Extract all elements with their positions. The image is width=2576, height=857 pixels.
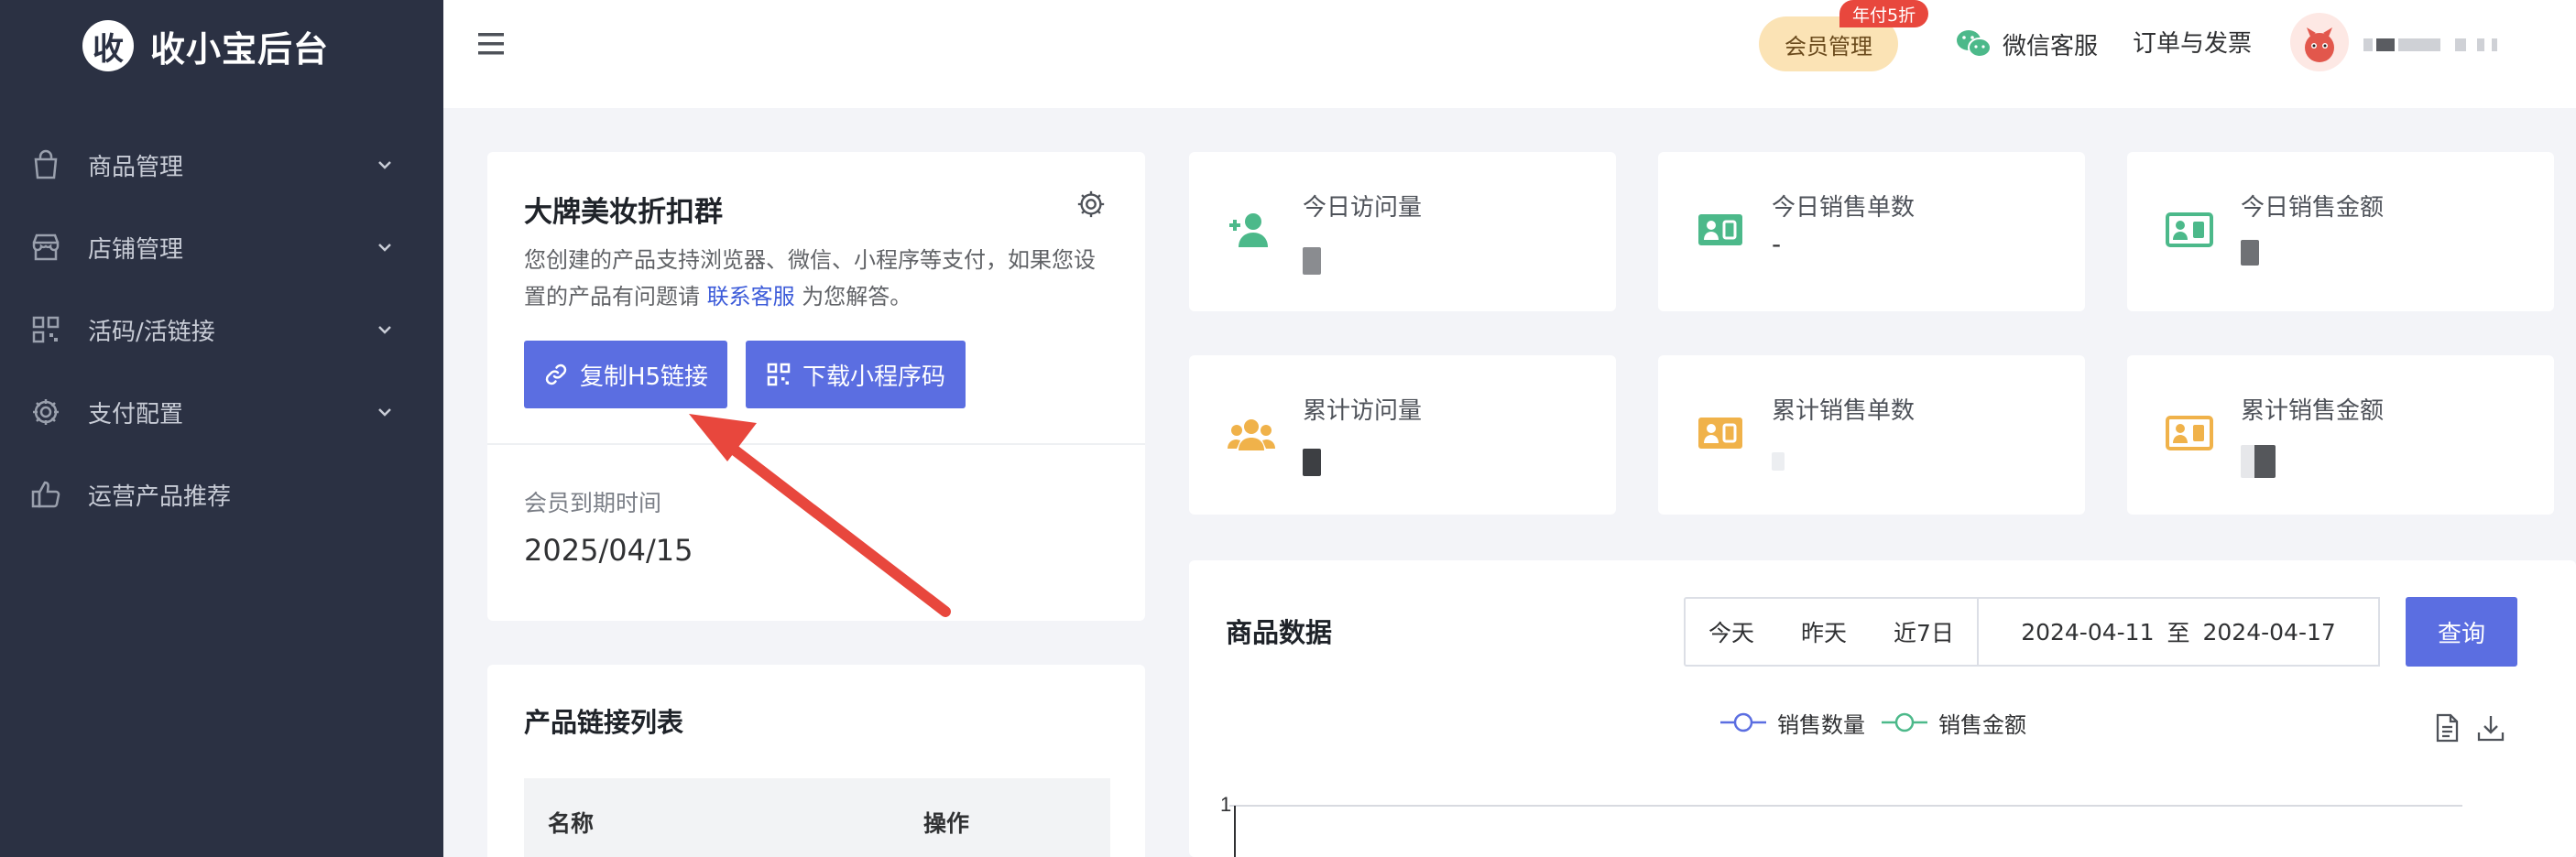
sidebar-item-label: 商品管理 <box>88 153 184 181</box>
download-miniprogram-label: 下载小程序码 <box>802 363 945 391</box>
bag-icon <box>34 149 58 179</box>
username-blurred[interactable] <box>2363 33 2510 55</box>
stat-value-blurred <box>1772 452 1785 471</box>
legend-line-marker <box>1720 712 1766 732</box>
product-list-title: 产品链接列表 <box>524 707 684 738</box>
chevron-down-icon <box>378 326 391 334</box>
stat-card-today-visits: 今日访问量 <box>1189 152 1616 311</box>
membership-expire-date: 2025/04/15 <box>524 533 693 568</box>
shop-info-card: 大牌美妆折扣群 您创建的产品支持浏览器、微信、小程序等支付，如果您设置的产品有问… <box>487 152 1145 621</box>
stat-card-today-amount: 今日销售金额 <box>2127 152 2554 311</box>
thumbs-up-icon <box>31 481 60 508</box>
column-header-action: 操作 <box>923 810 970 837</box>
filter-yesterday-button[interactable]: 昨天 <box>1777 597 1872 667</box>
sidebar-item-products[interactable]: 商品管理 <box>0 132 443 198</box>
top-header: 会员管理 年付5折 微信客服 订单与发票 <box>443 0 2576 108</box>
link-icon <box>545 363 567 385</box>
goods-data-chart: 1 <box>1220 793 2462 857</box>
sidebar-item-qrcode[interactable]: 活码/活链接 <box>0 297 443 363</box>
legend-label: 销售金额 <box>1938 711 2026 738</box>
money-icon <box>1698 214 1742 245</box>
sidebar-item-label: 活码/活链接 <box>88 318 215 346</box>
stat-card-total-visits: 累计访问量 <box>1189 355 1616 515</box>
legend-line-marker <box>1882 712 1927 732</box>
contact-service-link[interactable]: 联系客服 <box>707 284 795 309</box>
stat-label: 累计销售单数 <box>1772 397 1916 425</box>
users-icon <box>1228 419 1275 450</box>
chevron-down-icon <box>378 244 391 252</box>
stat-label: 今日销售单数 <box>1772 194 1916 222</box>
promo-badge: 年付5折 <box>1839 0 1929 27</box>
membership-expire-label: 会员到期时间 <box>524 490 662 516</box>
goods-data-card: 商品数据 今天 昨天 近7日 2024-04-11 至 2024-04-17 查… <box>1189 560 2576 857</box>
store-icon <box>32 233 60 261</box>
wechat-service-label: 微信客服 <box>2003 32 2099 60</box>
card-divider <box>487 443 1145 445</box>
money-icon <box>2166 212 2213 247</box>
stat-value-blurred <box>1303 247 1321 275</box>
app-root: 收 收小宝后台 商品管理 店铺管理 活码/活链接 支付配置 运营产品推荐 会员管… <box>0 0 2576 857</box>
stat-card-total-orders: 累计销售单数 <box>1658 355 2085 515</box>
menu-toggle-icon[interactable] <box>476 31 508 57</box>
product-link-list-card: 产品链接列表 名称 操作 <box>487 665 1145 857</box>
filter-today-button[interactable]: 今天 <box>1684 597 1779 667</box>
logo-badge: 收 <box>82 20 134 71</box>
product-table-header: 名称 操作 <box>524 778 1110 857</box>
sidebar-item-label: 店铺管理 <box>88 235 184 264</box>
sidebar-item-recommend[interactable]: 运营产品推荐 <box>0 461 443 527</box>
money-icon <box>2166 416 2213 450</box>
sidebar-item-label: 运营产品推荐 <box>88 483 232 511</box>
sidebar-item-label: 支付配置 <box>88 400 184 428</box>
date-end: 2024-04-17 <box>2202 618 2336 645</box>
legend-label: 销售数量 <box>1777 711 1865 738</box>
stat-label: 累计访问量 <box>1303 397 1423 425</box>
stat-card-today-orders: 今日销售单数 - <box>1658 152 2085 311</box>
goods-data-title: 商品数据 <box>1226 617 1333 648</box>
stat-label: 今日销售金额 <box>2241 194 2385 222</box>
qrcode-icon <box>32 316 60 343</box>
orders-invoice-link[interactable]: 订单与发票 <box>2133 24 2252 64</box>
sidebar-item-payment[interactable]: 支付配置 <box>0 379 443 445</box>
shop-description: 您创建的产品支持浏览器、微信、小程序等支付，如果您设置的产品有问题请 联系客服 … <box>524 242 1101 315</box>
sidebar-item-store[interactable]: 店铺管理 <box>0 214 443 280</box>
app-title: 收小宝后台 <box>150 28 330 70</box>
stat-label: 累计销售金额 <box>2241 397 2385 425</box>
chevron-down-icon <box>378 161 391 169</box>
date-range-picker[interactable]: 2024-04-11 至 2024-04-17 <box>1977 597 2380 667</box>
copy-h5-link-button[interactable]: 复制H5链接 <box>524 341 727 408</box>
avatar-image <box>2305 27 2334 62</box>
data-view-icon[interactable] <box>2431 712 2462 743</box>
stat-label: 今日访问量 <box>1303 194 1423 222</box>
y-axis-tick-label: 1 <box>1220 793 1231 816</box>
money-icon <box>1698 418 1742 449</box>
legend-item-amount[interactable]: 销售金额 <box>1880 709 2026 738</box>
legend-item-quantity[interactable]: 销售数量 <box>1719 709 1865 738</box>
stat-value-blurred <box>2241 445 2276 478</box>
stat-value: - <box>1772 229 1782 259</box>
column-header-name: 名称 <box>548 810 595 837</box>
gear-icon <box>33 399 59 425</box>
sidebar: 收 收小宝后台 商品管理 店铺管理 活码/活链接 支付配置 运营产品推荐 <box>0 0 443 857</box>
wechat-service-link[interactable]: 微信客服 <box>1955 24 2098 64</box>
shop-title: 大牌美妆折扣群 <box>524 196 723 229</box>
query-button[interactable]: 查询 <box>2406 597 2517 667</box>
stat-card-total-amount: 累计销售金额 <box>2127 355 2554 515</box>
stat-value-blurred <box>1303 449 1321 476</box>
logo[interactable]: 收 收小宝后台 <box>82 16 329 75</box>
stat-value-blurred <box>2241 240 2259 266</box>
qrcode-icon <box>767 363 791 386</box>
avatar[interactable] <box>2290 13 2349 71</box>
chevron-down-icon <box>378 408 391 417</box>
download-icon[interactable] <box>2475 712 2506 743</box>
date-separator: 至 <box>2167 620 2190 646</box>
user-add-icon <box>1229 213 1268 247</box>
copy-h5-link-label: 复制H5链接 <box>579 363 709 391</box>
download-miniprogram-code-button[interactable]: 下载小程序码 <box>746 341 966 408</box>
filter-last7days-button[interactable]: 近7日 <box>1871 597 1979 667</box>
desc-text: 为您解答。 <box>794 284 912 309</box>
wechat-icon <box>1957 30 1992 58</box>
settings-gear-icon[interactable] <box>1075 189 1107 220</box>
date-start: 2024-04-11 <box>2021 618 2155 645</box>
